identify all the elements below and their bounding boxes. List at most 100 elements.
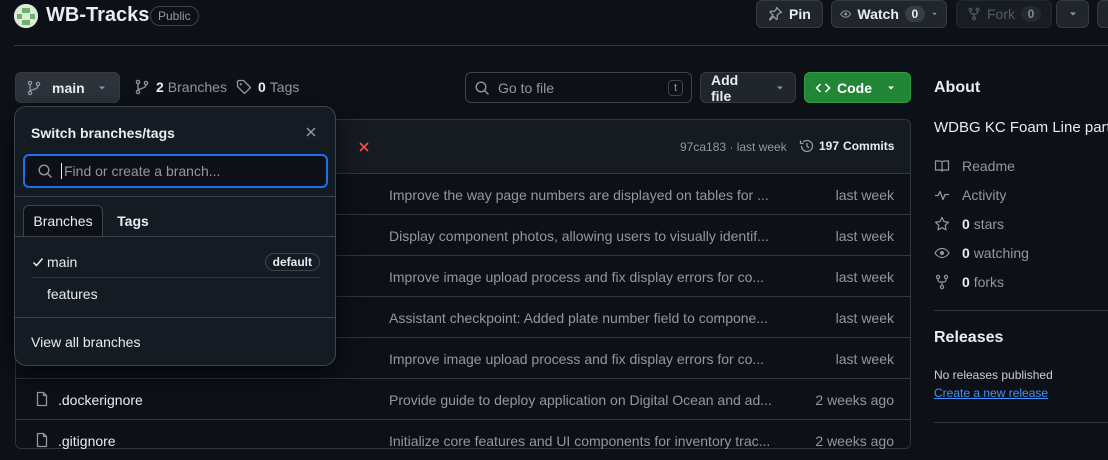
search-icon [38, 164, 52, 178]
repo-name[interactable]: WB-Tracks [46, 4, 149, 27]
check-icon [32, 257, 44, 267]
file-icon [36, 432, 48, 448]
repo-avatar[interactable] [14, 4, 38, 28]
readme-link[interactable]: Readme [934, 158, 1015, 174]
branch-icon [135, 79, 149, 95]
branch-item-main[interactable]: main default [23, 247, 320, 276]
commit-message[interactable]: Initialize core features and UI componen… [389, 433, 770, 449]
forks-link[interactable]: 0 forks [934, 274, 1004, 290]
tags-count: 0 [258, 79, 266, 95]
commit-message[interactable]: Improve the way page numbers are display… [389, 187, 769, 203]
watch-label: Watch [857, 6, 899, 22]
eye-icon [840, 10, 852, 18]
branch-item-features[interactable]: features [23, 279, 320, 308]
tab-branches[interactable]: Branches [23, 205, 103, 236]
watching-count: 0 [962, 245, 970, 261]
watching-link[interactable]: 0 watching [934, 245, 1029, 261]
releases-heading[interactable]: Releases [934, 329, 1003, 347]
close-icon[interactable] [305, 126, 317, 138]
tab-tags-label: Tags [117, 212, 149, 229]
commit-time: last week [835, 351, 894, 367]
tab-branches-label: Branches [33, 213, 93, 229]
identicon-icon [14, 4, 38, 28]
branch-dropdown: Switch branches/tags Find or create a br… [14, 106, 336, 366]
commit-time: 2 weeks ago [815, 433, 894, 449]
branches-link[interactable]: 2 Branches [134, 79, 227, 95]
fork-icon [968, 7, 980, 21]
table-row[interactable]: .dockerignore Provide guide to deploy ap… [16, 378, 910, 419]
star-button[interactable] [1097, 0, 1108, 28]
code-button[interactable]: Code [804, 72, 911, 103]
go-to-file-input[interactable]: Go to file t [465, 72, 692, 103]
stars-link[interactable]: 0 stars [934, 216, 1004, 232]
go-to-file-placeholder: Go to file [498, 79, 555, 96]
code-icon [815, 82, 831, 93]
pulse-icon [935, 190, 949, 201]
branch-search-input[interactable]: Find or create a branch... [23, 154, 328, 188]
fork-dropdown-button[interactable] [1056, 0, 1089, 28]
watching-label: watching [973, 245, 1029, 261]
branch-search-placeholder: Find or create a branch... [64, 163, 221, 179]
branch-select-button[interactable]: main [15, 72, 120, 103]
forks-count: 0 [962, 274, 970, 290]
fork-icon [935, 274, 949, 290]
visibility-badge: Public [150, 6, 199, 26]
file-icon [36, 391, 48, 407]
dropdown-divider [15, 317, 335, 318]
commit-message[interactable]: Improve image upload process and fix dis… [389, 269, 764, 285]
pin-label: Pin [789, 6, 811, 22]
tags-link[interactable]: 0 Tags [236, 79, 299, 95]
readme-label: Readme [962, 158, 1015, 174]
add-file-button[interactable]: Add file [700, 72, 796, 104]
branch-icon [27, 80, 41, 95]
caret-down-icon [777, 86, 784, 89]
tab-tags[interactable]: Tags [107, 205, 159, 236]
view-all-branches-link[interactable]: View all branches [31, 334, 140, 350]
watch-count: 0 [904, 6, 925, 22]
watch-button[interactable]: Watch 0 [831, 0, 947, 28]
caret-down-icon [888, 86, 894, 89]
caret-down-icon [1069, 12, 1076, 16]
default-badge: default [264, 252, 320, 271]
commit-message[interactable]: Provide guide to deploy application on D… [389, 392, 772, 408]
failed-check-icon[interactable] [358, 141, 370, 153]
commit-message[interactable]: Improve image upload process and fix dis… [389, 351, 764, 367]
star-icon [934, 216, 950, 231]
caret-down-icon [932, 12, 937, 16]
file-name[interactable]: .gitignore [58, 433, 116, 449]
search-icon [475, 80, 489, 95]
commits-count: 197 [819, 139, 840, 153]
tag-icon [236, 79, 252, 95]
commit-message[interactable]: Assistant checkpoint: Added plate number… [389, 310, 768, 326]
fork-label: Fork [987, 6, 1015, 22]
activity-label: Activity [962, 187, 1007, 203]
tags-label: Tags [269, 79, 300, 95]
commits-label: Commits [843, 139, 895, 153]
book-icon [934, 160, 950, 172]
table-row[interactable]: .gitignore Initialize core features and … [16, 419, 910, 460]
fork-button[interactable]: Fork 0 [956, 0, 1052, 28]
create-release-link[interactable]: Create a new release [934, 386, 1048, 400]
branch-name: main [47, 253, 78, 270]
branches-count: 2 [156, 79, 164, 95]
branch-name: features [47, 285, 98, 302]
commits-link[interactable]: 197 Commits [799, 138, 894, 154]
sidebar-divider [934, 310, 1108, 311]
code-label: Code [837, 79, 872, 96]
about-heading: About [934, 79, 981, 96]
text-cursor [61, 163, 62, 179]
commit-hash[interactable]: 97ca183 · last week [680, 140, 787, 154]
shortcut-key: t [667, 79, 683, 96]
pin-button[interactable]: Pin [756, 0, 823, 28]
commit-time: 2 weeks ago [815, 392, 894, 408]
pin-icon [768, 6, 783, 21]
commit-message[interactable]: Display component photos, allowing users… [389, 228, 769, 244]
fork-count: 0 [1021, 6, 1041, 22]
about-description: WDBG KC Foam Line parts [934, 119, 1108, 136]
history-icon [799, 139, 814, 153]
tabs-divider [15, 236, 335, 237]
sidebar-divider [934, 422, 1108, 423]
activity-link[interactable]: Activity [934, 187, 1006, 203]
current-branch: main [52, 79, 85, 96]
file-name[interactable]: .dockerignore [58, 392, 143, 408]
